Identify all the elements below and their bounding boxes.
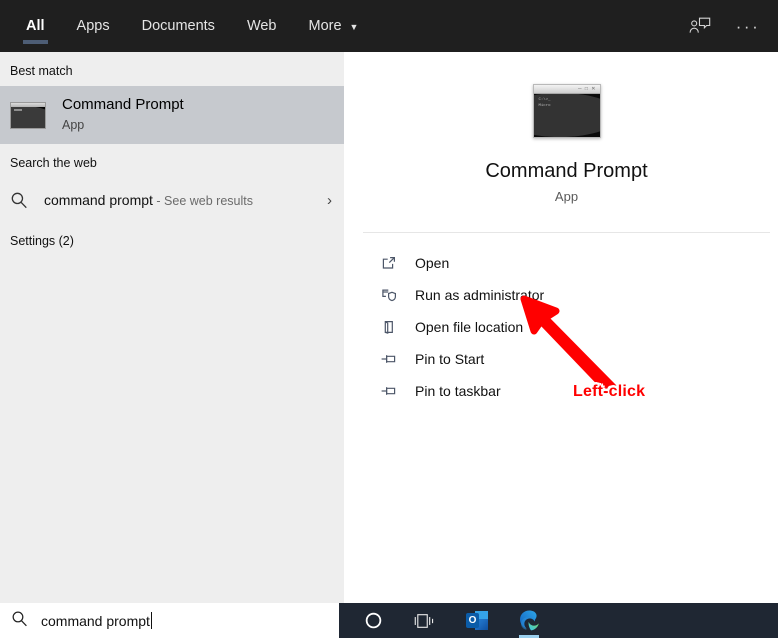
action-open-file-location[interactable]: Open file location — [355, 311, 778, 343]
search-icon — [10, 191, 36, 209]
tab-active-underline — [23, 40, 48, 44]
taskbar: command prompt O — [0, 603, 778, 638]
more-options-icon[interactable]: ··· — [728, 6, 768, 46]
action-run-as-administrator[interactable]: Run as administrator — [355, 279, 778, 311]
tab-all-label: All — [26, 18, 45, 34]
search-results-panel: Best match Command Prompt App Search the… — [0, 52, 344, 603]
chevron-down-icon: ▼ — [349, 21, 359, 32]
tab-documents-label: Documents — [141, 18, 215, 34]
feedback-icon[interactable] — [680, 6, 720, 46]
taskbar-button-cortana[interactable] — [358, 603, 388, 638]
taskbar-button-outlook[interactable]: O — [462, 603, 492, 638]
taskbar-button-edge[interactable] — [514, 603, 544, 638]
action-pin-to-start-label: Pin to Start — [415, 351, 485, 367]
text-caret — [150, 612, 152, 629]
search-input-value-wrap: command prompt — [41, 612, 152, 629]
tab-apps[interactable]: Apps — [61, 0, 126, 52]
tab-bar-actions: ··· — [680, 0, 768, 52]
page-title: Command Prompt — [485, 160, 648, 182]
web-result-query: command prompt — [44, 192, 153, 208]
command-prompt-icon-large: ─ □ ✕ C:\>_ Micro — [532, 84, 601, 138]
tab-apps-label: Apps — [76, 18, 110, 34]
chevron-right-icon[interactable]: › — [327, 192, 332, 209]
action-open-file-location-label: Open file location — [415, 319, 524, 335]
settings-heading: Settings (2) — [10, 234, 74, 248]
tab-more-label: More — [308, 18, 342, 34]
search-tabs: All Apps Documents Web More ▼ — [0, 0, 374, 52]
app-actions-list: Open Run as administrator Open file loca… — [355, 233, 778, 407]
outlook-icon: O — [466, 611, 488, 630]
tab-web-label: Web — [246, 18, 277, 34]
folder-page-icon — [377, 319, 401, 335]
search-input-value: command prompt — [41, 612, 150, 629]
tab-documents[interactable]: Documents — [126, 0, 231, 52]
shield-window-icon — [377, 287, 401, 303]
taskbar-buttons: O — [339, 603, 544, 638]
tab-more[interactable]: More ▼ — [293, 0, 375, 52]
edge-icon — [519, 610, 539, 631]
ellipsis-label: ··· — [735, 16, 761, 36]
result-item-text: Command Prompt App — [62, 96, 184, 133]
open-external-icon — [377, 255, 401, 271]
app-type-label: App — [554, 189, 579, 204]
windows-search-screen: All Apps Documents Web More ▼ ··· Best m… — [0, 0, 778, 638]
action-pin-to-start[interactable]: Pin to Start — [355, 343, 778, 375]
pin-icon — [377, 351, 401, 367]
web-result-label: command prompt - See web results — [44, 192, 253, 208]
taskbar-button-task-view[interactable] — [410, 603, 440, 638]
tab-web[interactable]: Web — [231, 0, 293, 52]
web-result-suffix: - See web results — [152, 194, 253, 208]
app-details-panel: ─ □ ✕ C:\>_ Micro Command Prompt App Ope… — [355, 52, 778, 603]
search-icon — [11, 610, 28, 632]
search-tab-bar: All Apps Documents Web More ▼ ··· — [0, 0, 778, 52]
tab-all[interactable]: All — [10, 0, 61, 52]
pin-icon — [377, 383, 401, 399]
action-pin-to-taskbar-label: Pin to taskbar — [415, 383, 501, 399]
action-open-label: Open — [415, 255, 450, 271]
action-open[interactable]: Open — [355, 247, 778, 279]
result-item-subtitle: App — [62, 118, 85, 133]
command-prompt-icon — [10, 101, 46, 129]
search-input[interactable]: command prompt — [0, 603, 339, 638]
result-item-command-prompt[interactable]: Command Prompt App — [0, 86, 344, 144]
action-pin-to-taskbar[interactable]: Pin to taskbar — [355, 375, 778, 407]
result-item-title: Command Prompt — [62, 96, 184, 114]
app-hero: ─ □ ✕ C:\>_ Micro Command Prompt App — [355, 52, 778, 204]
action-run-as-administrator-label: Run as administrator — [415, 287, 545, 303]
search-web-heading: Search the web — [10, 156, 97, 170]
best-match-heading: Best match — [10, 64, 73, 78]
web-result-item[interactable]: command prompt - See web results › — [0, 178, 344, 222]
